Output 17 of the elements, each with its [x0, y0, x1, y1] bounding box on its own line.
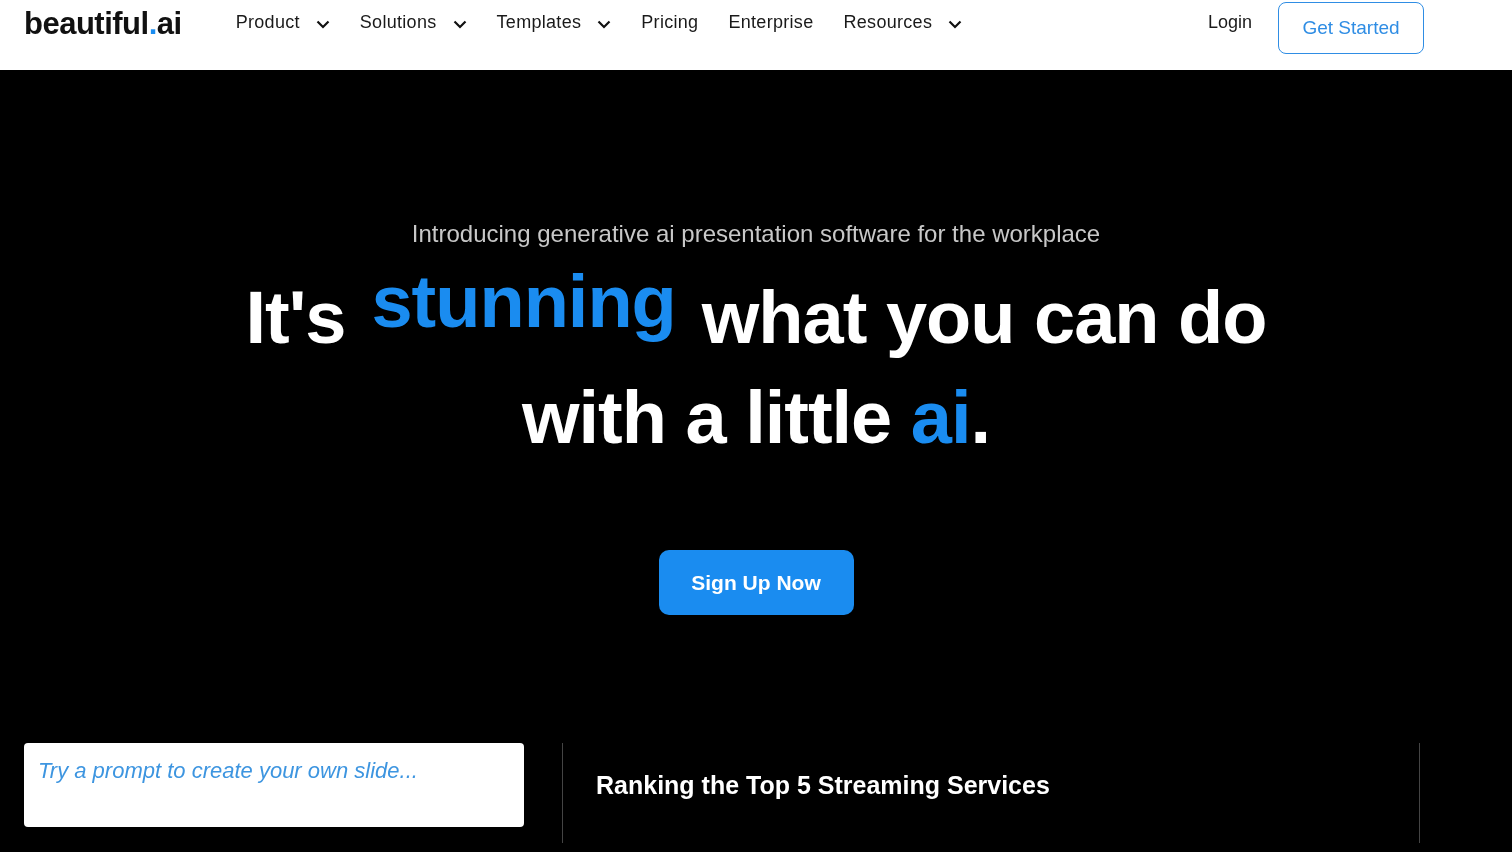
chevron-down-icon — [315, 20, 330, 29]
prompt-field[interactable]: Try a prompt to create your own slide... — [24, 743, 524, 827]
nav-link[interactable]: Product — [235, 12, 330, 33]
get-started-button[interactable]: Get Started — [1278, 2, 1424, 54]
hero-headline: It's stunning what you can do with a little ai. — [245, 268, 1267, 461]
nav-link[interactable]: Templates — [496, 12, 612, 33]
nav-link[interactable]: Solutions — [359, 12, 467, 33]
hero-tagline: Introducing generative ai presentation software for the workplace — [411, 220, 1101, 248]
logo[interactable]: beautiful.ai — [24, 4, 182, 44]
chevron-down-icon — [452, 20, 467, 29]
chevron-down-icon — [597, 20, 612, 29]
login-link[interactable]: Login — [1207, 12, 1252, 33]
nav-link[interactable]: Pricing — [641, 12, 699, 33]
nav-link[interactable]: Enterprise — [728, 12, 814, 33]
chevron-down-icon — [948, 20, 963, 29]
nav-link[interactable]: Resources — [843, 12, 963, 33]
slide-title: Ranking the Top 5 Streaming Services — [596, 771, 1051, 800]
